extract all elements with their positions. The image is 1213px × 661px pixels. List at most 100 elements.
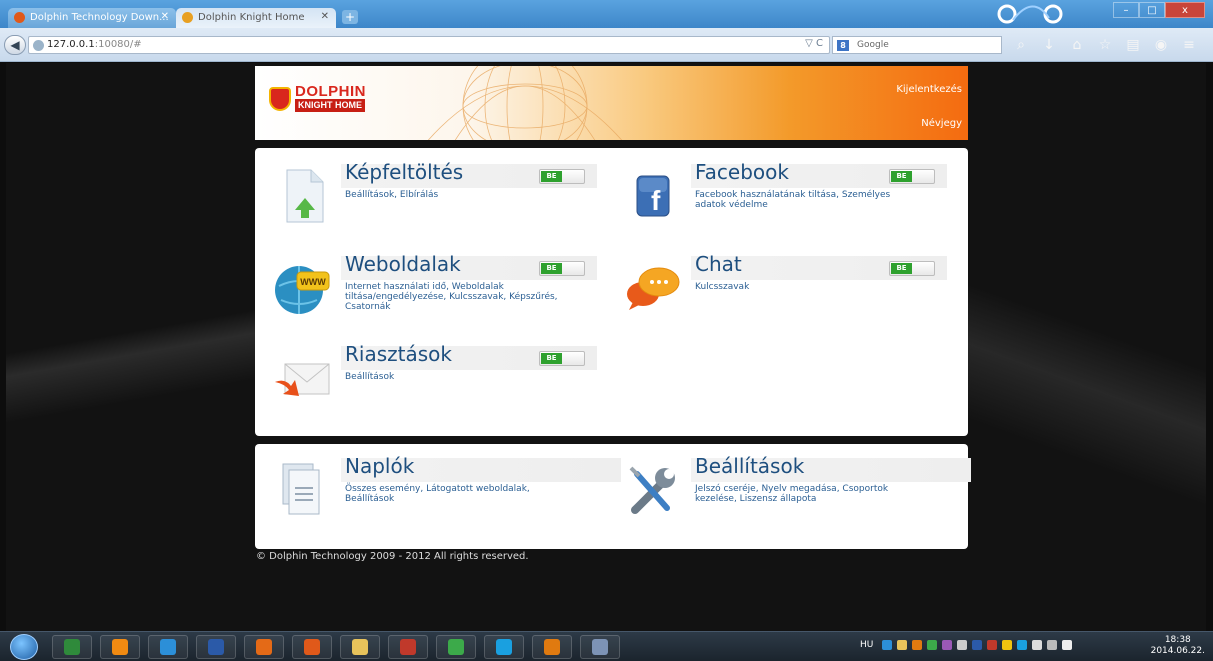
tray-icon[interactable] — [882, 640, 893, 650]
module-toggle[interactable]: BE — [889, 261, 935, 276]
url-path: :10080/# — [94, 39, 142, 50]
module-title[interactable]: Naplók — [345, 454, 414, 478]
start-button[interactable] — [10, 634, 38, 660]
theme-swirl-decoration — [997, 4, 1063, 24]
upload-document-icon — [286, 169, 324, 223]
taskbar-app-button[interactable] — [388, 635, 428, 659]
tray-icon[interactable] — [927, 640, 938, 650]
toggle-state: BE — [541, 353, 562, 364]
volume-icon[interactable] — [1062, 640, 1073, 650]
home-icon[interactable]: ⌂ — [1068, 37, 1086, 53]
taskbar-app-button[interactable] — [196, 635, 236, 659]
module-description[interactable]: Összes esemény, Látogatott weboldalak, B… — [345, 484, 570, 504]
close-tab-icon[interactable]: ✕ — [321, 11, 329, 22]
bookmark-star-icon[interactable]: ☆ — [1096, 37, 1114, 53]
taskbar-app-button[interactable] — [244, 635, 284, 659]
tray-icon[interactable] — [897, 640, 908, 650]
logo-line1: DOLPHIN — [295, 83, 366, 100]
module-title[interactable]: Facebook — [695, 160, 789, 184]
menu-icon[interactable]: ≡ — [1180, 37, 1198, 53]
tray-icon[interactable] — [942, 640, 953, 650]
system-tray: HU — [860, 640, 1073, 650]
module-toggle[interactable]: BE — [889, 169, 935, 184]
about-link[interactable]: Névjegy — [921, 118, 962, 129]
network-icon[interactable] — [1047, 640, 1058, 650]
svg-text:f: f — [651, 185, 661, 216]
browser-tab-dolphin-download[interactable]: Dolphin Technology Down... ✕ — [8, 8, 176, 28]
word-icon — [208, 639, 224, 655]
address-bar[interactable]: 127.0.0.1:10080/# ▽ C — [28, 36, 830, 54]
module-toggle[interactable]: BE — [539, 351, 585, 366]
clock-date: 2014.06.22. — [1150, 646, 1205, 656]
site-identity-icon[interactable] — [33, 40, 44, 51]
tray-icon[interactable] — [1002, 640, 1013, 650]
language-indicator[interactable]: HU — [860, 640, 873, 650]
taskbar-app-button[interactable] — [532, 635, 572, 659]
taskbar-app-button[interactable] — [340, 635, 380, 659]
firefox-icon — [304, 639, 320, 655]
taskbar-app-button[interactable] — [580, 635, 620, 659]
module-toggle[interactable]: BE — [539, 261, 585, 276]
search-input[interactable]: 8 Google — [832, 36, 1002, 54]
google-search-icon[interactable]: 8 — [837, 40, 849, 51]
maximize-button[interactable]: □ — [1139, 2, 1165, 18]
download-icon[interactable]: ↓ — [1040, 37, 1058, 53]
logout-link[interactable]: Kijelentkezés — [896, 84, 962, 95]
addon-icon[interactable]: ◉ — [1152, 37, 1170, 53]
taskbar-app-button[interactable] — [484, 635, 524, 659]
search-placeholder: Google — [857, 40, 889, 50]
app-header: DOLPHIN KNIGHT HOME Kijelentkezés Névjeg… — [255, 66, 968, 140]
close-tab-icon[interactable]: ✕ — [161, 11, 169, 22]
dolphin-knight-home-logo[interactable]: DOLPHIN KNIGHT HOME — [269, 83, 366, 112]
dolphin-shield-icon — [269, 87, 291, 111]
module-title[interactable]: Riasztások — [345, 342, 452, 366]
module-title[interactable]: Weboldalak — [345, 252, 461, 276]
module-toggle[interactable]: BE — [539, 169, 585, 184]
internet-explorer-icon — [160, 639, 176, 655]
excel-icon — [64, 639, 80, 655]
module-header: Képfeltöltés BE — [341, 160, 597, 188]
tray-icon[interactable] — [972, 640, 983, 650]
envelope-alert-icon — [275, 363, 330, 396]
url-host: 127.0.0.1 — [47, 39, 95, 50]
search-icon[interactable]: ⌕ — [1012, 37, 1030, 53]
module-header: Riasztások BE — [341, 342, 597, 370]
module-description[interactable]: Internet használati idő, Weboldalak tilt… — [345, 282, 570, 312]
reload-icon[interactable]: ▽ C — [805, 38, 823, 49]
new-tab-button[interactable]: + — [342, 10, 358, 24]
browser-navbar: ◀ 127.0.0.1:10080/# ▽ C 8 Google ⌕ ↓ ⌂ ☆… — [0, 28, 1213, 62]
tray-icon[interactable] — [987, 640, 998, 650]
taskbar-clock[interactable]: 18:38 2014.06.22. — [1151, 635, 1205, 657]
bookmarks-list-icon[interactable]: ▤ — [1124, 37, 1142, 53]
toggle-state: BE — [891, 263, 912, 274]
paint-icon — [592, 639, 608, 655]
browser-titlebar: Dolphin Technology Down... ✕ Dolphin Kni… — [0, 0, 1213, 28]
modules-panel: Képfeltöltés BE Beállítások, Elbírálás f… — [255, 148, 968, 436]
module-title[interactable]: Beállítások — [695, 454, 804, 478]
taskbar-app-button[interactable] — [148, 635, 188, 659]
taskbar-app-button[interactable] — [52, 635, 92, 659]
module-description[interactable]: Jelszó cseréje, Nyelv megadása, Csoporto… — [695, 484, 920, 504]
module-description[interactable]: Facebook használatának tiltása, Személye… — [695, 190, 920, 210]
folder-icon — [352, 639, 368, 655]
outlook-icon — [544, 639, 560, 655]
module-header: Chat BE — [691, 252, 947, 280]
taskbar-app-button[interactable] — [100, 635, 140, 659]
tray-icon[interactable] — [1017, 640, 1028, 650]
tray-icon[interactable] — [912, 640, 923, 650]
module-title[interactable]: Képfeltöltés — [345, 160, 463, 184]
back-button[interactable]: ◀ — [4, 35, 26, 55]
module-title[interactable]: Chat — [695, 252, 742, 276]
taskbar-app-button[interactable] — [436, 635, 476, 659]
tray-icon[interactable] — [957, 640, 968, 650]
module-header: Facebook BE — [691, 160, 947, 188]
flag-icon[interactable] — [1032, 640, 1043, 650]
taskbar-app-button[interactable] — [292, 635, 332, 659]
module-description[interactable]: Beállítások, Elbírálás — [345, 190, 570, 200]
module-description[interactable]: Beállítások — [345, 372, 570, 382]
module-description[interactable]: Kulcsszavak — [695, 282, 920, 292]
minimize-button[interactable]: – — [1113, 2, 1139, 18]
close-window-button[interactable]: x — [1165, 2, 1205, 18]
clock-time: 18:38 — [1164, 635, 1191, 645]
browser-tab-dolphin-knight-home[interactable]: Dolphin Knight Home ✕ — [176, 8, 336, 28]
